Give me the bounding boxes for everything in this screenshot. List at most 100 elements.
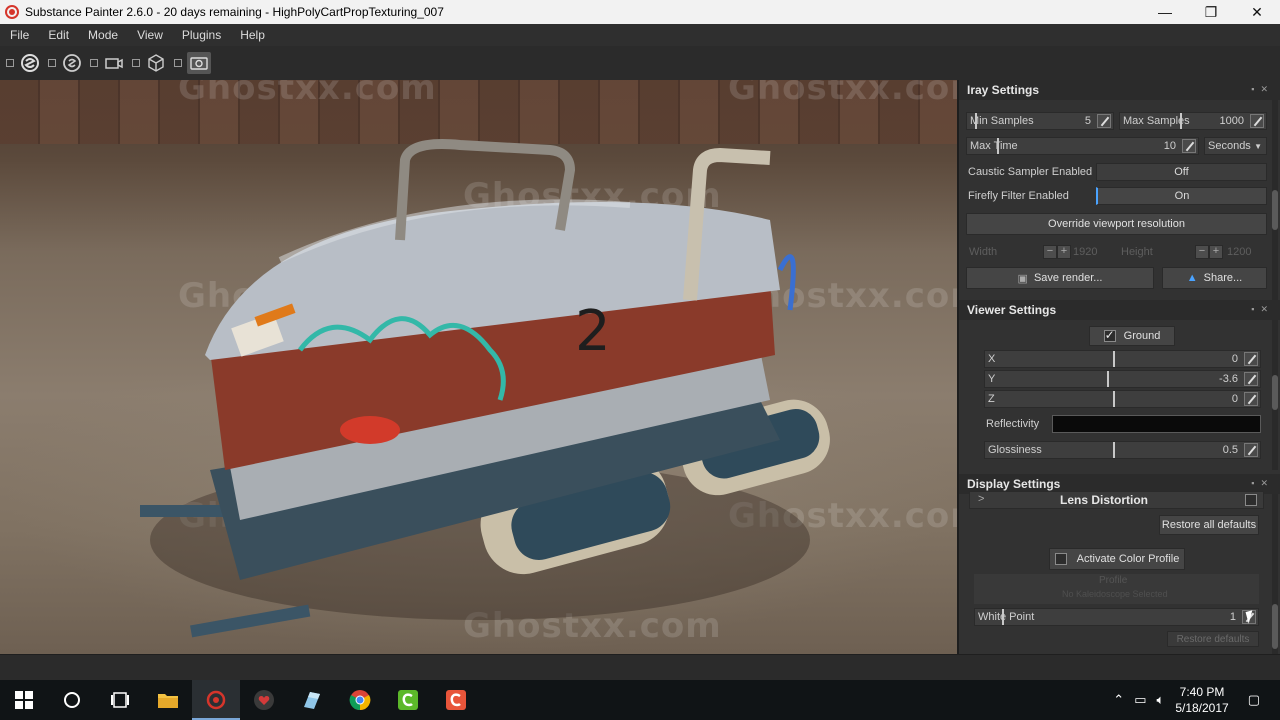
- menu-edit[interactable]: Edit: [38, 28, 78, 42]
- watermark: Ghostxx.com: [178, 80, 437, 108]
- menu-view[interactable]: View: [127, 28, 172, 42]
- edit-pencil-icon[interactable]: [1097, 114, 1111, 128]
- save-render-button[interactable]: ▣ Save render...: [966, 267, 1154, 289]
- height-value[interactable]: 1200: [1227, 246, 1251, 258]
- iray-icon[interactable]: [61, 52, 83, 74]
- white-point-slider[interactable]: White Point 1: [974, 608, 1259, 626]
- firefly-filter-label: Firefly Filter Enabled: [968, 190, 1069, 202]
- ground-x-slider[interactable]: X 0: [984, 350, 1261, 368]
- undock-icon[interactable]: [174, 59, 182, 67]
- chevron-right-icon[interactable]: >: [978, 493, 984, 505]
- color-profile-checkbox[interactable]: [1054, 553, 1067, 565]
- ground-z-slider[interactable]: Z 0: [984, 390, 1261, 408]
- decrement-icon[interactable]: −: [1195, 245, 1209, 259]
- profile-box: Profile No Kaleidoscope Selected: [974, 574, 1259, 604]
- max-samples-field[interactable]: Max Samples 1000: [1119, 112, 1267, 130]
- increment-icon[interactable]: +: [1209, 245, 1223, 259]
- undock-icon[interactable]: [48, 59, 56, 67]
- ground-label: Ground: [1123, 330, 1161, 342]
- z-value: 0: [1231, 393, 1238, 405]
- restore-defaults-button[interactable]: Restore defaults: [1167, 631, 1259, 647]
- display-scrollbar[interactable]: [1272, 494, 1278, 654]
- time-unit-dropdown[interactable]: Seconds ▼: [1204, 137, 1267, 155]
- ground-y-slider[interactable]: Y -3.6: [984, 370, 1261, 388]
- min-samples-field[interactable]: Min Samples 5: [966, 112, 1114, 130]
- 3d-app-taskbar-button[interactable]: [288, 680, 336, 720]
- share-button[interactable]: ▲ Share...: [1162, 267, 1267, 289]
- override-viewport-resolution-button[interactable]: Override viewport resolution: [966, 213, 1267, 235]
- screenshot-icon[interactable]: [187, 52, 211, 74]
- reflectivity-color-swatch[interactable]: [1052, 415, 1261, 433]
- z-label: Z: [988, 393, 995, 405]
- iray-scroll-thumb[interactable]: [1272, 190, 1278, 230]
- network-icon[interactable]: ▭: [1134, 692, 1146, 708]
- undock-icon[interactable]: [132, 59, 140, 67]
- close-button[interactable]: ✕: [1234, 0, 1280, 24]
- edit-pencil-icon[interactable]: [1244, 392, 1258, 406]
- chevron-up-icon[interactable]: ⌃: [1113, 692, 1124, 708]
- viewer-scroll-thumb[interactable]: [1272, 375, 1278, 410]
- activate-color-profile-button[interactable]: Activate Color Profile: [1049, 548, 1185, 570]
- blue-3d-app-icon: [304, 692, 320, 709]
- camtasia-recorder-taskbar-button[interactable]: [432, 680, 480, 720]
- maximize-button[interactable]: ❐: [1188, 0, 1234, 24]
- volume-icon[interactable]: 🔈︎: [1157, 692, 1165, 708]
- display-scroll-thumb[interactable]: [1272, 604, 1278, 649]
- edit-pencil-icon[interactable]: [1244, 372, 1258, 386]
- file-explorer-taskbar-button[interactable]: [144, 680, 192, 720]
- edit-pencil-icon[interactable]: [1244, 352, 1258, 366]
- clock[interactable]: 7:40 PM 5/18/2017: [1175, 684, 1228, 716]
- dock-controls-icon[interactable]: ▪✕: [1251, 304, 1274, 315]
- windows-taskbar: ⌃ ▭ 🔈︎ 7:40 PM 5/18/2017 ▢: [0, 680, 1280, 720]
- right-dock-panel: Iray Settings ▪✕ Min Samples 5 Max Sampl…: [957, 80, 1280, 654]
- restore-all-defaults-button[interactable]: Restore all defaults: [1159, 515, 1259, 535]
- increment-icon[interactable]: +: [1057, 245, 1071, 259]
- watermark: Ghostxx.com: [728, 80, 957, 108]
- ground-checkbox-button[interactable]: Ground: [1089, 326, 1175, 346]
- firefly-filter-toggle[interactable]: On: [1096, 187, 1267, 205]
- ground-checkbox[interactable]: [1103, 328, 1116, 342]
- glossiness-slider[interactable]: Glossiness 0.5: [984, 441, 1261, 459]
- cortana-search-button[interactable]: [48, 680, 96, 720]
- edit-pencil-icon[interactable]: [1244, 443, 1258, 457]
- menu-file[interactable]: File: [0, 28, 38, 42]
- save-render-label: Save render...: [1033, 272, 1103, 284]
- camtasia-taskbar-button[interactable]: [384, 680, 432, 720]
- undock-icon[interactable]: [90, 59, 98, 67]
- max-time-label: Max Time: [970, 140, 1018, 152]
- heart-app-taskbar-button[interactable]: [240, 680, 288, 720]
- dock-controls-icon[interactable]: ▪✕: [1251, 478, 1274, 489]
- substance-logo-icon[interactable]: [19, 52, 41, 74]
- lens-distortion-section[interactable]: > Lens Distortion: [969, 491, 1264, 509]
- minimize-button[interactable]: —: [1142, 0, 1188, 24]
- edit-pencil-icon[interactable]: [1182, 139, 1196, 153]
- notifications-icon[interactable]: ▢: [1248, 692, 1260, 708]
- iray-scrollbar[interactable]: [1272, 100, 1278, 300]
- caustic-sampler-toggle[interactable]: Off: [1096, 163, 1267, 181]
- menu-bar: File Edit Mode View Plugins Help: [0, 24, 1280, 46]
- iray-settings-title: Iray Settings: [967, 83, 1040, 97]
- camera-icon[interactable]: [103, 52, 125, 74]
- windows-start-button[interactable]: [0, 680, 48, 720]
- width-value[interactable]: 1920: [1073, 246, 1097, 258]
- edit-pencil-icon[interactable]: [1250, 114, 1264, 128]
- lens-distortion-checkbox[interactable]: [1245, 494, 1257, 506]
- max-time-field[interactable]: Max Time 10: [966, 137, 1199, 155]
- menu-help[interactable]: Help: [230, 28, 274, 42]
- menu-mode[interactable]: Mode: [78, 28, 127, 42]
- menu-plugins[interactable]: Plugins: [172, 28, 230, 42]
- task-view-button[interactable]: [96, 680, 144, 720]
- cortana-circle-icon: [64, 692, 80, 708]
- decrement-icon[interactable]: −: [1043, 245, 1057, 259]
- dock-controls-icon[interactable]: ▪✕: [1251, 84, 1274, 95]
- substance-painter-taskbar-button[interactable]: [192, 680, 240, 720]
- undock-icon[interactable]: [6, 59, 14, 67]
- chrome-taskbar-button[interactable]: [336, 680, 384, 720]
- 3d-cube-icon[interactable]: [145, 52, 167, 74]
- folder-icon: [158, 694, 178, 708]
- heart-app-icon: [254, 690, 274, 710]
- share-label: Share...: [1203, 272, 1243, 284]
- viewer-scrollbar[interactable]: [1272, 320, 1278, 470]
- height-label: Height: [1121, 246, 1153, 258]
- 3d-viewport[interactable]: Ghostxx.com Ghostxx.com Ghostxx.com Ghos…: [0, 80, 957, 654]
